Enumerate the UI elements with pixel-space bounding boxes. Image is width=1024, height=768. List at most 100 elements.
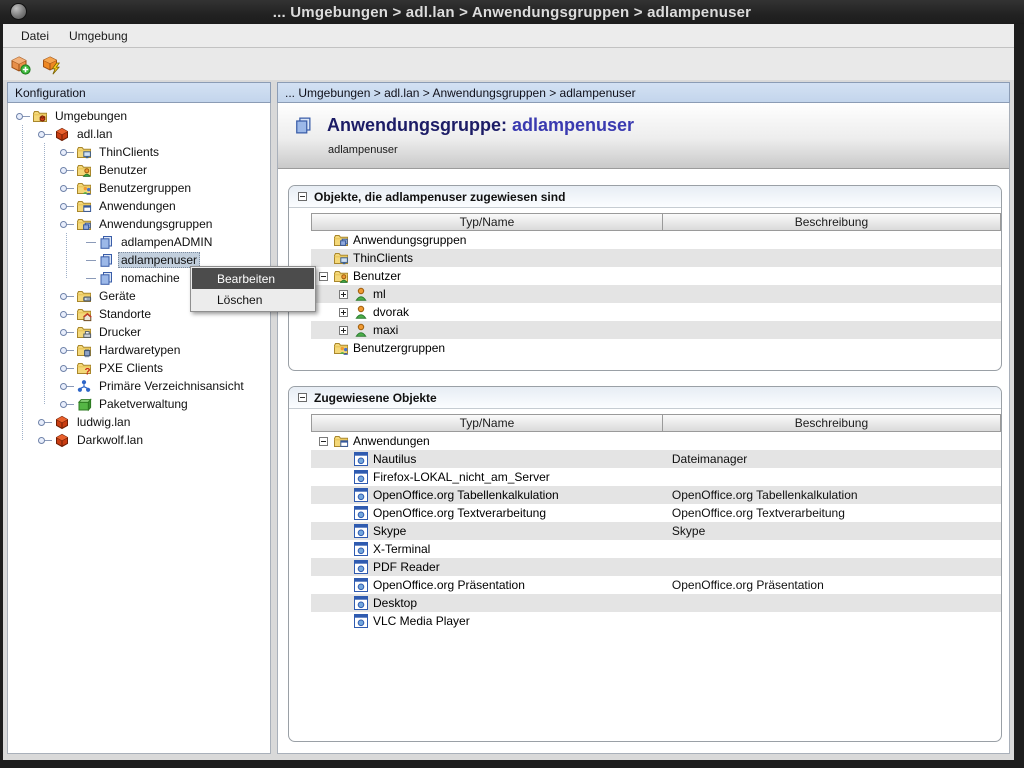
tree-item-paketverwaltung[interactable]: Paketverwaltung: [8, 395, 270, 413]
context-menu-item-bearbeiten[interactable]: Bearbeiten: [192, 268, 314, 289]
app-icon: [353, 595, 369, 611]
table-header-row: Typ/NameBeschreibung: [311, 213, 1001, 231]
row-label: PDF Reader: [373, 560, 440, 574]
section-assigned-objects-header[interactable]: Zugewiesene Objekte: [289, 387, 1001, 409]
collapse-icon[interactable]: [319, 437, 328, 446]
table-row-anwendungen[interactable]: Anwendungen: [311, 432, 1001, 450]
tree-expand-handle[interactable]: [60, 401, 76, 408]
cell-typ-name: OpenOffice.org Präsentation: [311, 577, 663, 593]
tree-item-ludwig-lan[interactable]: ludwig.lan: [8, 413, 270, 431]
tree-expand-handle[interactable]: [38, 437, 54, 444]
activate-environment-button[interactable]: [41, 51, 67, 77]
table-row-openoffice-org-textverarbeitung[interactable]: OpenOffice.org TextverarbeitungOpenOffic…: [311, 504, 1001, 522]
tree-expand-handle[interactable]: [60, 203, 76, 210]
section-assigned-to-header[interactable]: Objekte, die adlampenuser zugewiesen sin…: [289, 186, 1001, 208]
table-row-benutzergruppen[interactable]: Benutzergruppen: [311, 339, 1001, 357]
tree-expand-handle[interactable]: [38, 419, 54, 426]
tree-expand-handle[interactable]: [60, 311, 76, 318]
breadcrumb: ... Umgebungen > adl.lan > Anwendungsgru…: [277, 82, 1010, 103]
cube-red-icon: [54, 432, 70, 448]
table-row-nautilus[interactable]: NautilusDateimanager: [311, 450, 1001, 468]
tree-expand-handle[interactable]: [60, 185, 76, 192]
tree-item-darkwolf-lan[interactable]: Darkwolf.lan: [8, 431, 270, 449]
tree-item-label: Paketverwaltung: [96, 396, 191, 412]
table-row-firefox-lokal-nicht-am-server[interactable]: Firefox-LOKAL_nicht_am_Server: [311, 468, 1001, 486]
cell-typ-name: dvorak: [311, 304, 663, 320]
row-label: Benutzer: [353, 269, 401, 283]
sidebar-panel: Konfiguration Umgebungenadl.lanThinClien…: [7, 82, 271, 754]
table-row-maxi[interactable]: maxi: [311, 321, 1001, 339]
tree-item-label: PXE Clients: [96, 360, 166, 376]
tree-expand-handle[interactable]: [60, 167, 76, 174]
collapse-icon[interactable]: [298, 192, 307, 201]
window-menu-button[interactable]: [10, 3, 27, 20]
tree-item-prim-re-verzeichnisansicht[interactable]: Primäre Verzeichnisansicht: [8, 377, 270, 395]
cell-typ-name: OpenOffice.org Tabellenkalkulation: [311, 487, 663, 503]
cube-flash-icon: [42, 54, 63, 75]
cell-typ-name: OpenOffice.org Textverarbeitung: [311, 505, 663, 521]
expand-icon[interactable]: [339, 308, 348, 317]
tree-item-pxe-clients[interactable]: ?PXE Clients: [8, 359, 270, 377]
tree-item-label: Anwendungen: [96, 198, 179, 214]
table-row-pdf-reader[interactable]: PDF Reader: [311, 558, 1001, 576]
tree-item-benutzergruppen[interactable]: Benutzergruppen: [8, 179, 270, 197]
menu-datei[interactable]: Datei: [11, 26, 59, 46]
tree-expand-handle[interactable]: [60, 221, 76, 228]
menu-bar: DateiUmgebung: [3, 24, 1014, 48]
tree-item-anwendungen[interactable]: Anwendungen: [8, 197, 270, 215]
new-environment-button[interactable]: [9, 51, 35, 77]
cell-typ-name: Nautilus: [311, 451, 663, 467]
cell-typ-name: ml: [311, 286, 663, 302]
tree-item-benutzer[interactable]: Benutzer: [8, 161, 270, 179]
tree-expand-handle[interactable]: [16, 113, 32, 120]
expand-icon[interactable]: [339, 290, 348, 299]
tree-expand-handle[interactable]: [60, 365, 76, 372]
tree-expand-handle[interactable]: [60, 329, 76, 336]
tree-item-umgebungen[interactable]: Umgebungen: [8, 107, 270, 125]
tree-expand-handle[interactable]: [60, 293, 76, 300]
tree-item-anwendungsgruppen[interactable]: Anwendungsgruppen: [8, 215, 270, 233]
table-row-openoffice-org-tabellenkalkulation[interactable]: OpenOffice.org TabellenkalkulationOpenOf…: [311, 486, 1001, 504]
column-header-beschreibung[interactable]: Beschreibung: [663, 214, 1000, 230]
table-row-skype[interactable]: SkypeSkype: [311, 522, 1001, 540]
window-frame-right: [1014, 24, 1024, 768]
tree-expand-handle[interactable]: [60, 149, 76, 156]
tree-expand-handle[interactable]: [60, 383, 76, 390]
cell-typ-name: X-Terminal: [311, 541, 663, 557]
expand-icon[interactable]: [339, 326, 348, 335]
table-row-anwendungsgruppen[interactable]: Anwendungsgruppen: [311, 231, 1001, 249]
table-row-desktop[interactable]: Desktop: [311, 594, 1001, 612]
table-row-vlc-media-player[interactable]: VLC Media Player: [311, 612, 1001, 630]
column-header-typ-name[interactable]: Typ/Name: [312, 214, 663, 230]
tree-item-adlampenadmin[interactable]: adlampenADMIN: [8, 233, 270, 251]
tree-expand-handle[interactable]: [38, 131, 54, 138]
collapse-icon[interactable]: [319, 272, 328, 281]
table-row-benutzer[interactable]: Benutzer: [311, 267, 1001, 285]
context-menu-item-l-schen[interactable]: Löschen: [192, 289, 314, 310]
row-label: Skype: [373, 524, 406, 538]
tree-item-hardwaretypen[interactable]: Hardwaretypen: [8, 341, 270, 359]
breadcrumb-text: ... Umgebungen > adl.lan > Anwendungsgru…: [285, 86, 636, 100]
package-icon: [76, 396, 92, 412]
cell-typ-name: Firefox-LOKAL_nicht_am_Server: [311, 469, 663, 485]
column-header-typ-name[interactable]: Typ/Name: [312, 415, 663, 431]
table-row-x-terminal[interactable]: X-Terminal: [311, 540, 1001, 558]
column-header-beschreibung[interactable]: Beschreibung: [663, 415, 1000, 431]
tree-branch-line: [82, 260, 98, 261]
table-row-openoffice-org-pr-sentation[interactable]: OpenOffice.org PräsentationOpenOffice.or…: [311, 576, 1001, 594]
table-row-ml[interactable]: ml: [311, 285, 1001, 303]
row-label: Firefox-LOKAL_nicht_am_Server: [373, 470, 550, 484]
tree-item-adl-lan[interactable]: adl.lan: [8, 125, 270, 143]
tree-item-label: nomachine: [118, 270, 183, 286]
tree-item-drucker[interactable]: Drucker: [8, 323, 270, 341]
page-title: Anwendungsgruppe: adlampenuser: [327, 115, 634, 136]
cell-typ-name: Benutzer: [311, 268, 663, 284]
table-row-thinclients[interactable]: ThinClients: [311, 249, 1001, 267]
row-label: maxi: [373, 323, 398, 337]
tree-expand-handle[interactable]: [60, 347, 76, 354]
collapse-icon[interactable]: [298, 393, 307, 402]
tree-item-thinclients[interactable]: ThinClients: [8, 143, 270, 161]
menu-umgebung[interactable]: Umgebung: [59, 26, 138, 46]
window-titlebar: ... Umgebungen > adl.lan > Anwendungsgru…: [0, 0, 1024, 24]
table-row-dvorak[interactable]: dvorak: [311, 303, 1001, 321]
